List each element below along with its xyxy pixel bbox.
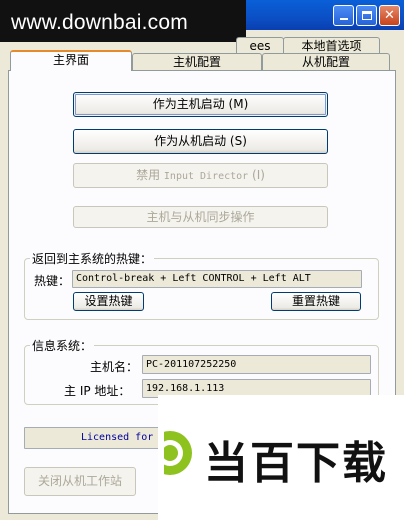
watermark-brand: 当百下载 — [204, 438, 388, 489]
maximize-icon — [361, 11, 372, 20]
close-button[interactable]: ✕ — [379, 5, 400, 26]
tab-label: 从机配置 — [301, 55, 350, 69]
button-label: 主机与从机同步操作 — [146, 210, 255, 224]
watermark-logo-icon — [158, 431, 192, 475]
button-label: 重置热键 — [291, 294, 340, 308]
sync-master-slave-button[interactable]: 主机与从机同步操作 — [73, 206, 328, 228]
tab-label: 本地首选项 — [301, 39, 362, 53]
set-hotkey-button[interactable]: 设置热键 — [73, 292, 144, 311]
button-label: 禁用 — [136, 168, 164, 182]
minimize-icon — [339, 18, 348, 20]
disable-input-director-button[interactable]: 禁用 Input Director (I) — [73, 163, 328, 188]
watermark-url: www.downbai.com — [0, 0, 246, 42]
reset-hotkey-button[interactable]: 重置热键 — [271, 292, 361, 311]
ip-label: 主 IP 地址： — [64, 384, 131, 398]
tab-main[interactable]: 主界面 — [10, 50, 132, 71]
start-as-slave-button[interactable]: 作为从机启动 (S) — [73, 129, 328, 154]
hotkey-field[interactable]: Control-break + Left CONTROL + Left ALT — [72, 270, 362, 288]
tab-label: 主机配置 — [172, 55, 221, 69]
close-slave-workstation-button[interactable]: 关闭从机工作站 — [24, 467, 136, 496]
button-label: 设置热键 — [84, 294, 133, 308]
start-as-master-button[interactable]: 作为主机启动 (M) — [73, 92, 328, 117]
button-label: 作为主机启动 (M) — [152, 97, 249, 111]
hotkey-label: 热键： — [34, 274, 71, 288]
button-label-mono: Input Director — [163, 171, 249, 182]
tab-label: 主界面 — [52, 53, 89, 67]
tab-label: ees — [249, 39, 271, 53]
button-label: 作为从机启动 (S) — [154, 134, 247, 148]
hostname-label: 主机名： — [90, 360, 139, 374]
close-icon: ✕ — [384, 8, 395, 23]
button-label: 关闭从机工作站 — [37, 474, 122, 488]
hotkey-group-title: 返回到主系统的热键： — [30, 250, 155, 267]
watermark-overlay: 当百下载 — [158, 395, 404, 520]
hostname-field: PC-201107252250 — [142, 355, 371, 374]
info-group-title: 信息系统： — [30, 337, 95, 354]
button-label-suffix: (I) — [248, 168, 265, 182]
minimize-button[interactable] — [333, 5, 354, 26]
maximize-button[interactable] — [356, 5, 377, 26]
